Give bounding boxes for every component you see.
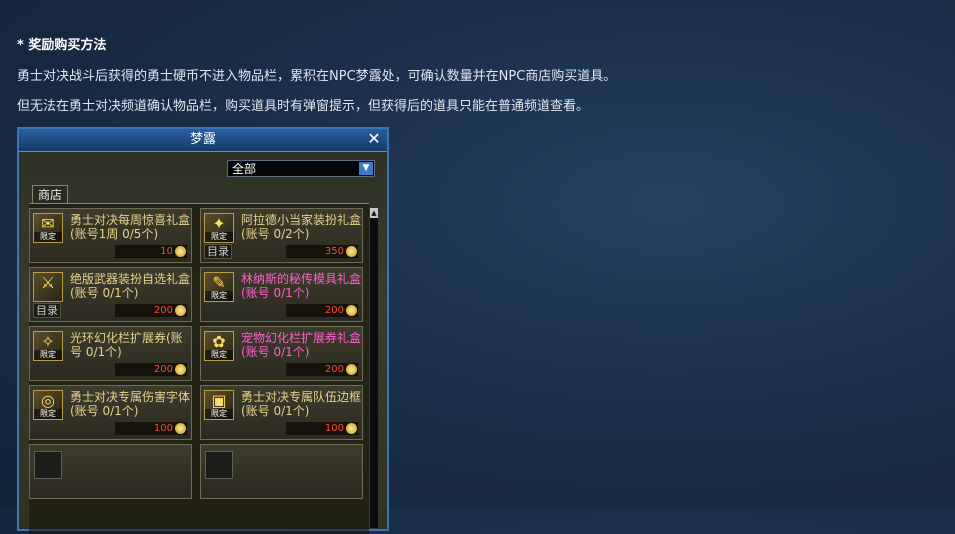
limited-badge: 限定	[205, 291, 233, 301]
coin-icon	[175, 305, 186, 316]
coin-icon	[346, 246, 357, 257]
price-value: 100	[324, 423, 344, 434]
item-glyph-icon: ✎	[212, 273, 226, 292]
item-price: 100	[286, 422, 358, 435]
coin-icon	[346, 423, 357, 434]
filter-value: 全部	[232, 162, 257, 176]
item-price: 200	[286, 304, 358, 317]
item-name: 勇士对决专属队伍边框(账号 0/1个)	[241, 390, 362, 418]
item-name: 绝版武器装扮自选礼盒(账号 0/1个)	[70, 272, 191, 300]
empty-slot-icon	[34, 451, 62, 479]
price-value: 350	[324, 246, 344, 257]
shop-item[interactable]: ✿ 限定 宠物幻化栏扩展券礼盒(账号 0/1个) 200	[200, 326, 363, 381]
item-glyph-icon: ⚔	[40, 273, 56, 292]
item-icon: ⚔	[33, 272, 63, 302]
shop-item[interactable]: ✉ 限定 勇士对决每周惊喜礼盒(账号1周 0/5个) 10	[29, 208, 192, 263]
item-icon: ✦ 限定	[204, 213, 234, 243]
filter-dropdown[interactable]: 全部 ▼	[227, 160, 375, 177]
price-value: 10	[160, 246, 173, 257]
shop-item[interactable]: ✦ 限定 阿拉德小当家装扮礼盒(账号 0/2个) 目录 350	[200, 208, 363, 263]
price-value: 100	[153, 423, 173, 434]
item-price: 200	[286, 363, 358, 376]
item-price: 10	[115, 245, 187, 258]
item-name: 光环幻化栏扩展券(账号 0/1个)	[70, 331, 183, 359]
item-icon: ▣ 限定	[204, 390, 234, 420]
item-price: 100	[115, 422, 187, 435]
limited-badge: 限定	[205, 409, 233, 419]
item-glyph-icon: ✿	[212, 332, 226, 351]
coin-icon	[175, 364, 186, 375]
item-icon: ✿ 限定	[204, 331, 234, 361]
shop-window: 梦露 ✕ 全部 ▼ 商店 ▲ ✉ 限定 勇士对决每周惊喜礼盒(账号1周 0/5个) 1…	[17, 127, 389, 534]
price-value: 200	[153, 305, 173, 316]
coin-icon	[346, 364, 357, 375]
price-value: 200	[324, 364, 344, 375]
limited-badge: 限定	[205, 350, 233, 360]
item-name: 宠物幻化栏扩展券礼盒(账号 0/1个)	[241, 331, 362, 359]
item-price: 200	[115, 363, 187, 376]
item-glyph-icon: ▣	[211, 391, 227, 410]
item-name: 林纳斯的秘传模具礼盒(账号 0/1个)	[241, 272, 362, 300]
limited-badge: 限定	[205, 232, 233, 242]
catalog-button[interactable]: 目录	[33, 303, 61, 318]
item-icon: ✎ 限定	[204, 272, 234, 302]
item-price: 350	[286, 245, 358, 258]
item-icon: ✉ 限定	[33, 213, 63, 243]
price-value: 200	[324, 305, 344, 316]
item-icon: ✧ 限定	[33, 331, 63, 361]
coin-icon	[175, 423, 186, 434]
shop-item[interactable]: ⚔ 绝版武器装扮自选礼盒(账号 0/1个) 目录 200	[29, 267, 192, 322]
shop-body: 全部 ▼ 商店 ▲ ✉ 限定 勇士对决每周惊喜礼盒(账号1周 0/5个) 10 ✦ 限定阿…	[19, 152, 387, 534]
coin-icon	[175, 246, 186, 257]
item-glyph-icon: ✦	[212, 214, 226, 233]
item-name: 勇士对决每周惊喜礼盒(账号1周 0/5个)	[70, 213, 191, 241]
chevron-down-icon[interactable]: ▼	[359, 162, 373, 175]
item-icon: ◎ 限定	[33, 390, 63, 420]
intro-line-2: 但无法在勇士对决频道确认物品栏，购买道具时有弹窗提示，但获得后的道具只能在普通频…	[17, 99, 590, 114]
limited-badge: 限定	[34, 350, 62, 360]
close-icon[interactable]: ✕	[366, 131, 382, 147]
limited-badge: 限定	[34, 232, 62, 242]
price-value: 200	[153, 364, 173, 375]
tab-shop[interactable]: 商店	[32, 185, 68, 204]
coin-icon	[346, 305, 357, 316]
intro-line-1: 勇士对决战斗后获得的勇士硬币不进入物品栏，累积在NPC梦露处，可确认数量并在NP…	[17, 69, 617, 84]
catalog-button[interactable]: 目录	[204, 244, 232, 259]
empty-slot-icon	[205, 451, 233, 479]
section-heading: * 奖励购买方法	[17, 38, 107, 53]
item-name: 勇士对决专属伤害字体(账号 0/1个)	[70, 390, 191, 418]
limited-badge: 限定	[34, 409, 62, 419]
item-glyph-icon: ✧	[41, 332, 55, 351]
shop-item[interactable]: ✧ 限定 光环幻化栏扩展券(账号 0/1个) 200	[29, 326, 192, 381]
window-title: 梦露	[189, 132, 216, 147]
empty-item-slot	[200, 444, 363, 499]
shop-item[interactable]: ◎ 限定 勇士对决专属伤害字体(账号 0/1个) 100	[29, 385, 192, 440]
item-glyph-icon: ✉	[41, 214, 55, 233]
shop-item[interactable]: ✎ 限定 林纳斯的秘传模具礼盒(账号 0/1个) 200	[200, 267, 363, 322]
window-titlebar[interactable]: 梦露 ✕	[19, 129, 387, 152]
item-glyph-icon: ◎	[41, 391, 55, 410]
item-name: 阿拉德小当家装扮礼盒(账号 0/2个)	[241, 213, 362, 241]
empty-item-slot	[29, 444, 192, 499]
item-price: 200	[115, 304, 187, 317]
scrollbar[interactable]: ▲	[369, 207, 379, 529]
scroll-up-icon[interactable]: ▲	[370, 208, 378, 218]
shop-item[interactable]: ▣ 限定 勇士对决专属队伍边框(账号 0/1个) 100	[200, 385, 363, 440]
